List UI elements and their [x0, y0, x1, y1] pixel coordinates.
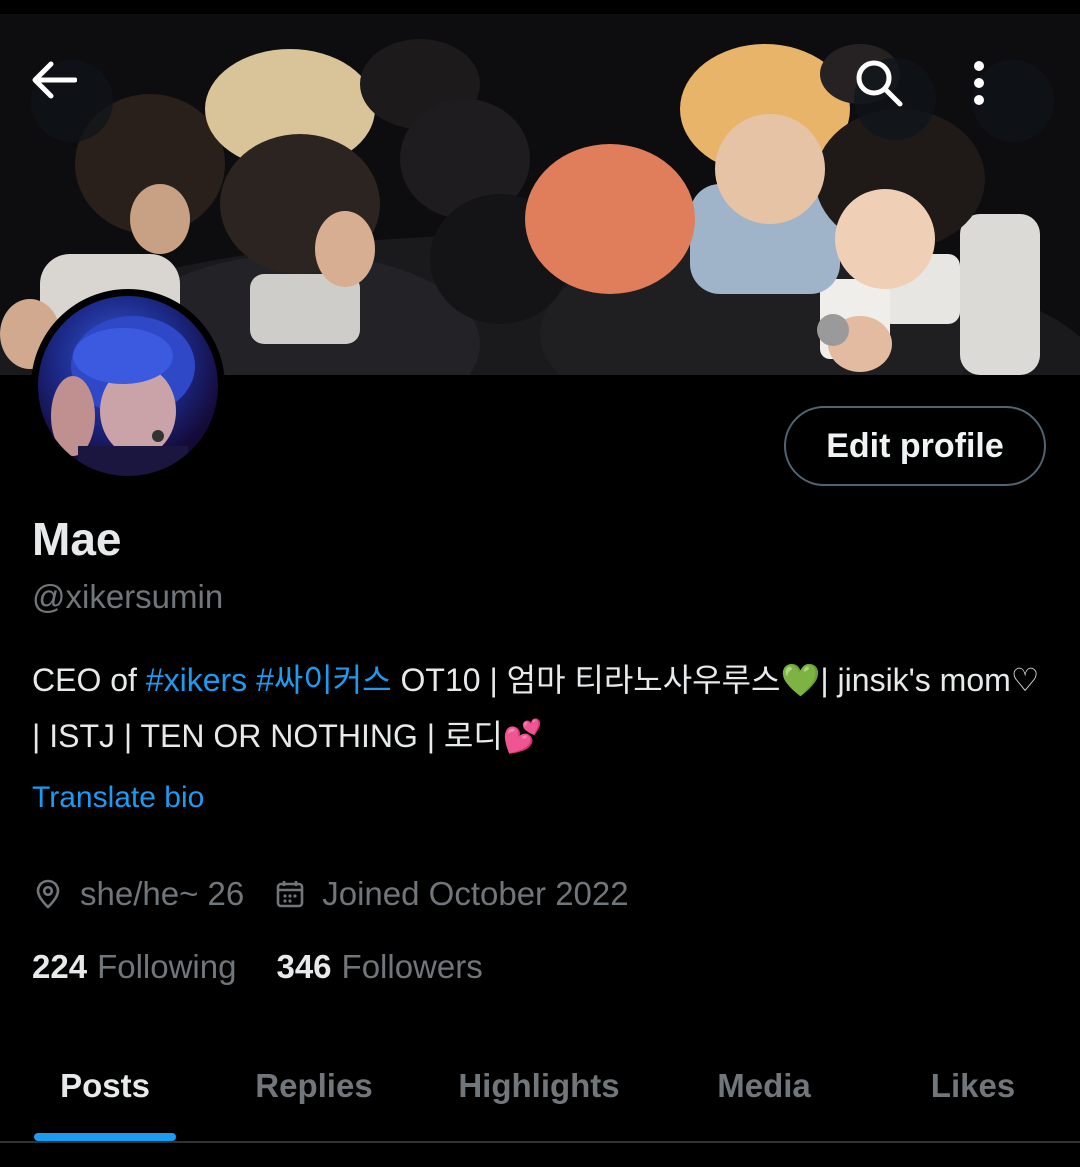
username-handle: @xikersumin — [32, 578, 224, 615]
more-options-button[interactable] — [972, 60, 1054, 142]
arrow-left-icon — [32, 61, 77, 99]
bio-space — [247, 662, 256, 698]
joined-text: Joined October 2022 — [322, 875, 629, 912]
follow-stats: 224 Following 346 Followers — [32, 948, 483, 986]
more-vertical-icon — [974, 61, 984, 105]
translate-bio-link[interactable]: Translate bio — [32, 781, 204, 815]
calendar-icon — [274, 878, 306, 910]
hashtag-korean-link[interactable]: #싸이커스 — [256, 662, 392, 698]
status-strip — [0, 0, 1080, 14]
tab-media[interactable]: Media — [690, 1040, 838, 1132]
edit-profile-button[interactable]: Edit profile — [784, 406, 1046, 486]
search-icon — [856, 60, 903, 107]
active-tab-indicator — [34, 1133, 176, 1141]
following-label: Following — [97, 948, 237, 985]
following-link[interactable]: 224 Following — [32, 948, 236, 986]
tab-posts[interactable]: Posts — [34, 1040, 176, 1132]
display-name: Mae — [32, 513, 122, 565]
profile-tabs: Posts Replies Highlights Media Likes — [0, 1040, 1080, 1142]
green-heart-emoji: 💚 — [780, 661, 821, 699]
tabs-divider — [0, 1141, 1080, 1143]
tab-highlights[interactable]: Highlights — [438, 1040, 640, 1132]
location-text: she/he~ 26 — [80, 875, 245, 912]
followers-count: 346 — [276, 948, 332, 985]
following-count: 224 — [32, 948, 88, 985]
avatar-photo — [51, 316, 195, 476]
location-item: she/he~ 26 — [32, 875, 244, 913]
location-pin-icon — [32, 878, 64, 910]
back-button[interactable] — [31, 60, 113, 142]
bio-middle: OT10 | 엄마 티라노사우루스 — [391, 662, 781, 698]
profile-bio: CEO of #xikers #싸이커스 OT10 | 엄마 티라노사우루스💚|… — [32, 652, 1042, 764]
profile-meta: she/he~ 26 Joined October 2022 — [32, 872, 629, 916]
avatar[interactable] — [31, 289, 225, 483]
pink-hearts-emoji: 💕 — [502, 717, 543, 755]
followers-link[interactable]: 346 Followers — [276, 948, 482, 986]
hashtag-xikers-link[interactable]: #xikers — [146, 662, 247, 698]
search-button[interactable] — [854, 58, 936, 140]
joined-item: Joined October 2022 — [274, 875, 629, 913]
profile-page: Edit profile Mae @xikersumin CEO of #xik… — [0, 0, 1080, 1167]
tab-likes[interactable]: Likes — [905, 1040, 1041, 1132]
bio-prefix: CEO of — [32, 662, 146, 698]
tab-replies[interactable]: Replies — [229, 1040, 399, 1132]
followers-label: Followers — [341, 948, 483, 985]
avatar-image — [38, 296, 218, 476]
